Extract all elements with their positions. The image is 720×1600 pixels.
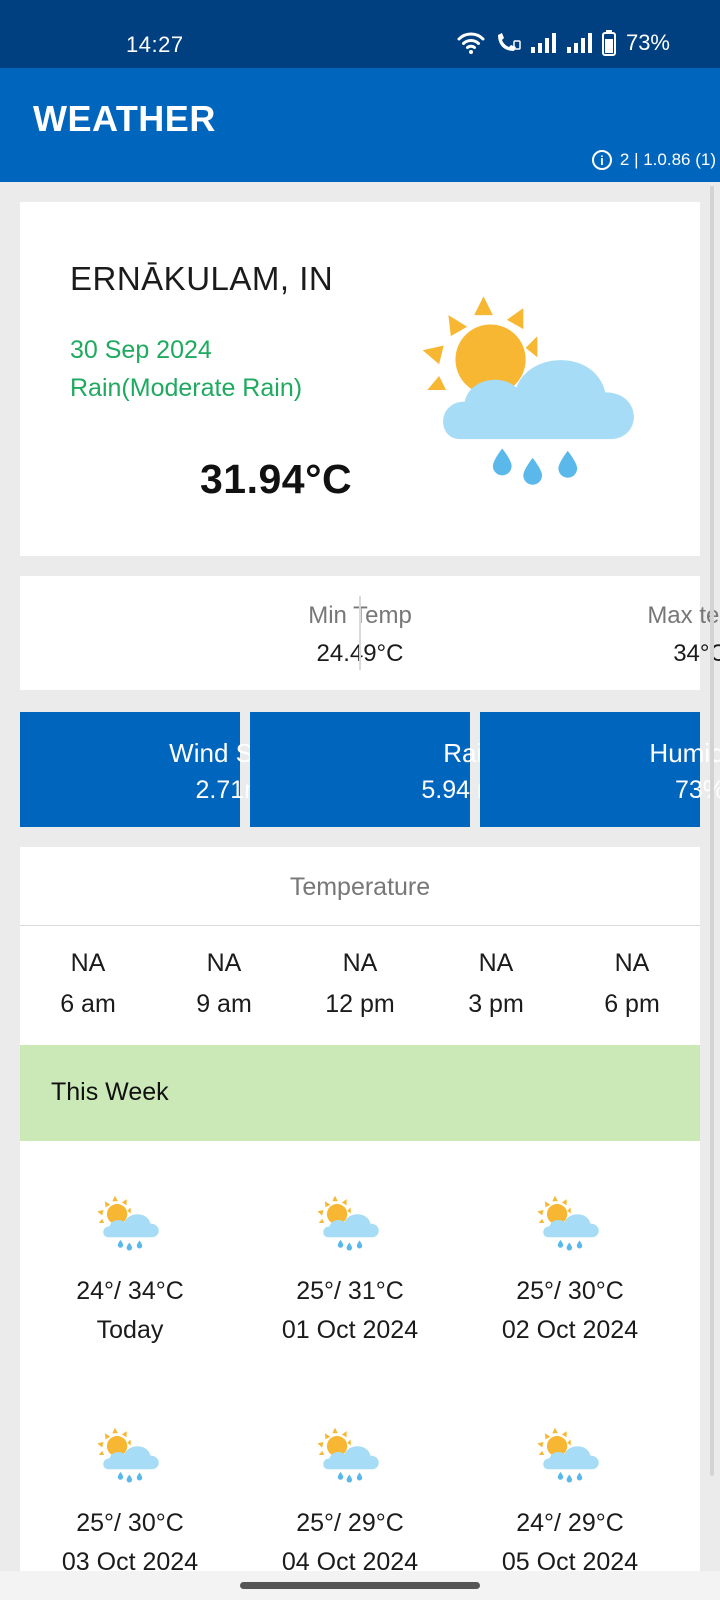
info-icon[interactable]: i xyxy=(591,150,612,170)
this-week-header: This Week xyxy=(20,1045,700,1141)
hour-item: NA 3 pm xyxy=(428,949,564,1019)
hour-value: NA xyxy=(206,949,242,977)
hour-value: NA xyxy=(342,949,378,977)
rain-box: Rain 5.94 mm xyxy=(250,712,519,827)
day-temp-range: 25°/ 30°C xyxy=(516,1277,624,1305)
hour-item: NA 6 am xyxy=(20,949,156,1019)
navigation-bar xyxy=(0,1571,720,1600)
signal-icon xyxy=(566,33,592,53)
current-temperature: 31.94°C xyxy=(200,456,353,502)
this-week-title: This Week xyxy=(51,1078,169,1106)
hourly-title: Temperature xyxy=(289,873,431,901)
max-temp: Max temp 34°C xyxy=(360,576,720,690)
weather-condition: Rain(Moderate Rain) xyxy=(70,374,303,402)
hour-value: NA xyxy=(478,949,514,977)
day-label: 02 Oct 2024 xyxy=(501,1316,639,1344)
status-bar: 14:27 73% xyxy=(0,0,720,68)
day-forecast[interactable]: 25°/ 30°C 03 Oct 2024 xyxy=(20,1427,240,1571)
day-forecast[interactable]: 24°/ 34°C Today xyxy=(20,1195,240,1345)
sun-cloud-rain-icon xyxy=(317,1427,379,1483)
day-label: 01 Oct 2024 xyxy=(281,1316,419,1344)
version-text: 2 | 1.0.86 (1) xyxy=(619,150,716,169)
hour-item: NA 12 pm xyxy=(292,949,428,1019)
day-forecast[interactable]: 24°/ 29°C 05 Oct 2024 xyxy=(460,1427,680,1571)
hour-time: 9 am xyxy=(196,990,252,1018)
hour-item: NA 6 pm xyxy=(564,949,700,1019)
day-label: 04 Oct 2024 xyxy=(281,1548,419,1571)
day-label: Today xyxy=(96,1316,164,1344)
stat-value: 73% xyxy=(674,776,720,804)
scrollbar[interactable] xyxy=(710,186,714,1476)
day-temp-range: 24°/ 34°C xyxy=(76,1277,184,1305)
home-gesture-handle[interactable] xyxy=(240,1582,480,1589)
stat-label: Humidity xyxy=(649,738,720,768)
wifi-call-icon xyxy=(497,33,521,51)
day-temp-range: 25°/ 30°C xyxy=(76,1509,184,1537)
day-temp-range: 24°/ 29°C xyxy=(516,1509,624,1537)
max-temp-value: 34°C xyxy=(673,640,720,667)
hour-time: 6 am xyxy=(60,990,116,1018)
app-bar: WEATHER i 2 | 1.0.86 (1) xyxy=(0,68,720,182)
app-title: WEATHER xyxy=(33,98,216,139)
hour-time: 3 pm xyxy=(468,990,524,1018)
city-name: ERNĀKULAM, IN xyxy=(70,260,334,297)
status-icons: 73% xyxy=(456,30,670,56)
app-version[interactable]: i 2 | 1.0.86 (1) xyxy=(591,150,716,170)
day-forecast[interactable]: 25°/ 31°C 01 Oct 2024 xyxy=(240,1195,460,1345)
day-temp-range: 25°/ 31°C xyxy=(296,1277,404,1305)
sun-cloud-rain-icon xyxy=(97,1427,159,1483)
sun-cloud-rain-icon xyxy=(317,1195,379,1251)
hour-value: NA xyxy=(614,949,650,977)
hour-time: 6 pm xyxy=(604,990,660,1018)
day-label: 03 Oct 2024 xyxy=(61,1548,199,1571)
day-forecast[interactable]: 25°/ 30°C 02 Oct 2024 xyxy=(460,1195,680,1345)
divider xyxy=(20,925,700,926)
day-label: 05 Oct 2024 xyxy=(501,1548,639,1571)
sun-cloud-rain-icon xyxy=(537,1427,599,1483)
battery-icon xyxy=(601,30,616,56)
battery-percent: 73% xyxy=(625,30,670,55)
wifi-icon xyxy=(457,32,485,54)
hour-time: 12 pm xyxy=(325,990,395,1018)
day-temp-range: 25°/ 29°C xyxy=(296,1509,404,1537)
sun-cloud-rain-icon xyxy=(97,1195,159,1251)
sun-cloud-rain-icon xyxy=(422,296,634,485)
humidity-box: Humidity 73% xyxy=(480,712,720,827)
current-weather-card: ERNĀKULAM, IN 30 Sep 2024 Rain(Moderate … xyxy=(20,202,700,556)
current-date: 30 Sep 2024 xyxy=(70,336,212,364)
wind-speed-box: Wind Speed 2.71m/s xyxy=(20,712,311,827)
min-max-card: Min Temp 24.49°C Max temp 34°C xyxy=(20,576,720,690)
hourly-temperature-card: Temperature NA 6 am NA 9 am NA 12 pm NA … xyxy=(20,847,700,1045)
max-temp-label: Max temp xyxy=(647,602,720,629)
hour-item: NA 9 am xyxy=(156,949,292,1019)
sun-cloud-rain-icon xyxy=(537,1195,599,1251)
status-time: 14:27 xyxy=(126,32,184,57)
day-forecast[interactable]: 25°/ 29°C 04 Oct 2024 xyxy=(240,1427,460,1571)
signal-icon xyxy=(530,33,556,53)
hour-value: NA xyxy=(70,949,106,977)
min-temp: Min Temp 24.49°C xyxy=(20,576,412,690)
weekly-forecast-card: 24°/ 34°C Today 25°/ 31°C 01 Oct 2024 25… xyxy=(20,1141,700,1571)
